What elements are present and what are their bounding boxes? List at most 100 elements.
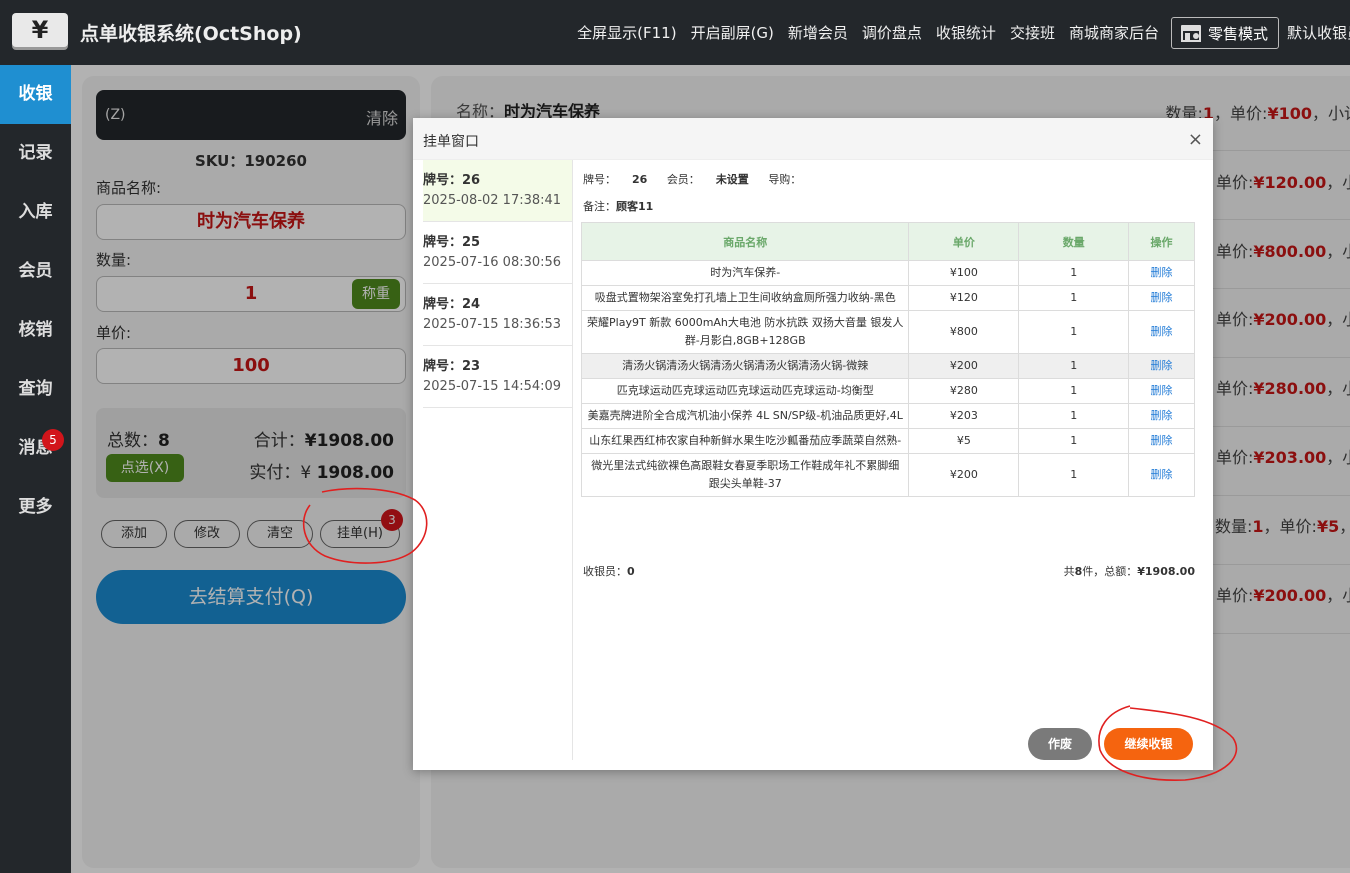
member-value: 未设置 [715, 173, 749, 186]
column-unit-price: 单价 [908, 222, 1020, 261]
cashier-value: 0 [627, 565, 635, 578]
held-order-item[interactable]: 牌号：24 2025-07-15 18:36:53 [423, 284, 572, 346]
sidebar-item-stock-in[interactable]: 入库 [0, 183, 71, 242]
held-order-item[interactable]: 牌号：26 2025-08-02 17:38:41 [423, 160, 572, 222]
sidebar-item-members[interactable]: 会员 [0, 242, 71, 301]
goods-name: 时为汽车保养- [580, 260, 910, 286]
sidebar-item-more[interactable]: 更多 [0, 478, 71, 537]
held-order-number-label: 牌号： [423, 297, 463, 312]
sidebar-item-label: 更多 [18, 497, 53, 517]
sidebar-item-label: 收银 [18, 84, 53, 104]
nav-price-inventory[interactable]: 调价盘点 [862, 17, 922, 49]
column-action: 操作 [1128, 222, 1195, 261]
retail-mode-button[interactable]: 零售模式 [1170, 17, 1279, 49]
order-info: 牌号： 26 会员： 未设置 导购： [583, 171, 833, 187]
held-order-time: 2025-07-16 08:30:56 [423, 255, 562, 270]
goods-qty: 1 [1018, 428, 1130, 454]
goods-name: 清汤火锅清汤火锅清汤火锅清汤火锅清汤火锅-微辣 [580, 353, 910, 379]
delete-link[interactable]: 删除 [1128, 285, 1195, 311]
app-logo: ¥ [12, 13, 68, 47]
table-row: 匹克球运动匹克球运动匹克球运动匹克球运动-均衡型 ¥280 1 删除 [580, 378, 1195, 404]
goods-price: ¥5 [908, 428, 1020, 454]
held-total-prefix: 共 [1063, 565, 1075, 578]
cashier-info: 收银员：0 [583, 563, 635, 579]
held-order-number: 牌号：23 [423, 355, 572, 374]
void-order-button[interactable]: 作废 [1028, 728, 1092, 760]
goods-qty: 1 [1018, 285, 1130, 311]
nav-fullscreen[interactable]: 全屏显示(F11) [577, 17, 676, 49]
table-row: 美嘉壳牌进阶全合成汽机油小保养 4L SN/SP级-机油品质更好,4L ¥203… [580, 403, 1195, 429]
held-order-number-value: 25 [462, 235, 481, 250]
sidebar-item-query[interactable]: 查询 [0, 360, 71, 419]
held-order-item[interactable]: 牌号：23 2025-07-15 14:54:09 [423, 346, 572, 408]
continue-checkout-button[interactable]: 继续收银 [1104, 728, 1193, 760]
column-quantity: 数量 [1018, 222, 1130, 261]
goods-qty: 1 [1018, 403, 1130, 429]
table-row: 清汤火锅清汤火锅清汤火锅清汤火锅清汤火锅-微辣 ¥200 1 删除 [580, 353, 1195, 379]
sidebar-item-label: 查询 [18, 379, 53, 399]
top-nav: 全屏显示(F11) 开启副屏(G) 新增会员 调价盘点 收银统计 交接班 商城商… [563, 17, 1350, 49]
goods-qty: 1 [1018, 260, 1130, 286]
held-order-list: 牌号：26 2025-08-02 17:38:41 牌号：25 2025-07-… [423, 160, 573, 760]
goods-price: ¥100 [908, 260, 1020, 286]
held-order-time: 2025-07-15 14:54:09 [423, 379, 562, 394]
held-order-number-value: 23 [462, 359, 481, 374]
message-count-badge: 5 [42, 429, 64, 451]
close-icon[interactable]: × [1188, 129, 1203, 150]
guide-label: 导购： [768, 173, 802, 186]
nav-shift-handover[interactable]: 交接班 [1010, 17, 1055, 49]
nav-cash-stats[interactable]: 收银统计 [936, 17, 996, 49]
goods-price: ¥280 [908, 378, 1020, 404]
sidebar-item-label: 记录 [18, 143, 53, 163]
cashier-label: 收银员： [583, 565, 627, 578]
goods-qty: 1 [1018, 453, 1130, 497]
delete-link[interactable]: 删除 [1128, 353, 1195, 379]
delete-link[interactable]: 删除 [1128, 428, 1195, 454]
table-row: 时为汽车保养- ¥100 1 删除 [580, 260, 1195, 286]
held-total: 共8件，总额：¥1908.00 [1064, 563, 1195, 579]
held-order-item[interactable]: 牌号：25 2025-07-16 08:30:56 [423, 222, 572, 284]
held-order-time: 2025-07-15 18:36:53 [423, 317, 562, 332]
sidebar-item-messages[interactable]: 消息 5 [0, 419, 71, 478]
shop-icon [1180, 25, 1201, 42]
held-order-number-label: 牌号： [423, 235, 463, 250]
sidebar-item-verify[interactable]: 核销 [0, 301, 71, 360]
held-order-number-value: 26 [462, 173, 481, 188]
goods-price: ¥203 [908, 403, 1020, 429]
guide-info: 导购： [768, 173, 817, 186]
goods-qty: 1 [1018, 378, 1130, 404]
member-info: 会员： 未设置 [667, 173, 749, 186]
top-bar: ¥ 点单收银系统(OctShop) 全屏显示(F11) 开启副屏(G) 新增会员… [0, 0, 1350, 65]
goods-price: ¥200 [908, 353, 1020, 379]
held-goods-table: 商品名称 单价 数量 操作 时为汽车保养- ¥100 1 删除 吸盘式置物架浴室… [580, 222, 1195, 497]
held-order-number-value: 24 [462, 297, 481, 312]
table-row: 荣耀Play9T 新款 6000mAh大电池 防水抗跌 双扬大音量 银发人群-月… [580, 310, 1195, 354]
delete-link[interactable]: 删除 [1128, 403, 1195, 429]
nav-cashier[interactable]: 默认收银员 [1287, 17, 1350, 49]
nav-add-member[interactable]: 新增会员 [788, 17, 848, 49]
sidebar-item-records[interactable]: 记录 [0, 124, 71, 183]
goods-name: 匹克球运动匹克球运动匹克球运动匹克球运动-均衡型 [580, 378, 910, 404]
table-header-row: 商品名称 单价 数量 操作 [580, 222, 1195, 261]
app-title: 点单收银系统(OctShop) [80, 23, 302, 45]
sidebar-item-label: 会员 [18, 261, 53, 281]
sidebar-item-checkout[interactable]: 收银 [0, 65, 71, 124]
order-number-label: 牌号： [583, 173, 616, 186]
order-number-value: 26 [632, 173, 648, 186]
delete-link[interactable]: 删除 [1128, 453, 1195, 497]
delete-link[interactable]: 删除 [1128, 260, 1195, 286]
order-note: 备注：顾客11 [583, 198, 653, 214]
delete-link[interactable]: 删除 [1128, 378, 1195, 404]
goods-qty: 1 [1018, 353, 1130, 379]
nav-merchant-backend[interactable]: 商城商家后台 [1069, 17, 1159, 49]
retail-mode-label: 零售模式 [1207, 24, 1268, 43]
held-order-number-label: 牌号： [423, 173, 463, 188]
goods-name: 吸盘式置物架浴室免打孔墙上卫生间收纳盒厕所强力收纳-黑色 [580, 285, 910, 311]
nav-second-screen[interactable]: 开启副屏(G) [691, 17, 774, 49]
delete-link[interactable]: 删除 [1128, 310, 1195, 354]
table-row: 微光里法式纯欲裸色高跟鞋女春夏季职场工作鞋成年礼不累脚细跟尖头单鞋-37 ¥20… [580, 453, 1195, 497]
table-row: 山东红果西红柿农家自种新鲜水果生吃沙瓤番茄应季蔬菜自然熟- ¥5 1 删除 [580, 428, 1195, 454]
column-product-name: 商品名称 [580, 222, 910, 261]
note-label: 备注： [583, 200, 616, 213]
goods-name: 山东红果西红柿农家自种新鲜水果生吃沙瓤番茄应季蔬菜自然熟- [580, 428, 910, 454]
